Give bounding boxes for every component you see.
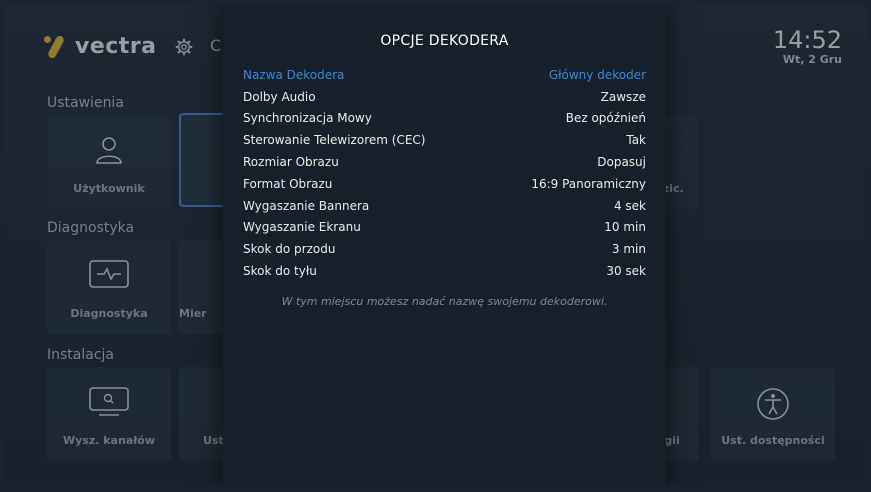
option-value: 16:9 Panoramiczny xyxy=(531,176,646,191)
clock: 14:52 Wt, 2 Gru xyxy=(773,27,842,66)
modal-title: OPCJE DEKODERA xyxy=(380,33,509,49)
tile-uzytkownik[interactable]: Użytkownik xyxy=(47,115,171,209)
tile-wyszukiwanie-kanalow[interactable]: Wysz. kanałów xyxy=(47,367,171,461)
clock-date: Wt, 2 Gru xyxy=(782,53,842,66)
option-row-wygaszanie-bannera[interactable]: Wygaszanie Bannera 4 sek xyxy=(243,195,646,217)
option-row-wygaszanie-ekranu[interactable]: Wygaszanie Ekranu 10 min xyxy=(243,217,646,239)
option-value: 3 min xyxy=(611,242,646,257)
option-row-skok-do-tylu[interactable]: Skok do tyłu 30 sek xyxy=(243,260,646,282)
tile-label: Diagnostyka xyxy=(70,307,148,320)
section-title-ustawienia: Ustawienia xyxy=(47,95,124,111)
heartbeat-monitor-icon xyxy=(89,260,129,288)
option-label: Skok do przodu xyxy=(243,242,336,257)
option-row-dolby-audio[interactable]: Dolby Audio Zawsze xyxy=(243,86,646,108)
option-row-nazwa-dekodera[interactable]: Nazwa Dekodera Główny dekoder xyxy=(243,64,646,86)
tv-screen: vectra C 14:52 Wt, 2 Gru Ustawienia Użyt xyxy=(5,5,866,487)
options-list: Nazwa Dekodera Główny dekoder Dolby Audi… xyxy=(243,64,646,282)
option-label: Format Obrazu xyxy=(243,176,333,191)
hint-text: W tym miejscu możesz nadać nazwę swojemu… xyxy=(281,295,608,308)
accessibility-icon xyxy=(757,388,789,420)
tile-diagnostyka[interactable]: Diagnostyka xyxy=(47,240,171,334)
vectra-logo-mark xyxy=(43,33,69,60)
option-label: Wygaszanie Bannera xyxy=(243,198,370,213)
option-label: Skok do tyłu xyxy=(243,264,317,279)
option-row-format-obrazu[interactable]: Format Obrazu 16:9 Panoramiczny xyxy=(243,173,646,195)
section-title-diagnostyka: Diagnostyka xyxy=(47,220,135,236)
option-label: Rozmiar Obrazu xyxy=(243,155,339,170)
option-row-rozmiar-obrazu[interactable]: Rozmiar Obrazu Dopasuj xyxy=(243,151,646,173)
option-value: Główny dekoder xyxy=(548,67,646,82)
option-value: Bez opóźnień xyxy=(565,111,646,126)
tile-label: Użytkownik xyxy=(73,182,145,195)
decoder-options-modal: OPCJE DEKODERA Nazwa Dekodera Główny dek… xyxy=(223,5,666,487)
option-value: 4 sek xyxy=(613,198,646,213)
option-row-synchronizacja-mowy[interactable]: Synchronizacja Mowy Bez opóźnień xyxy=(243,108,646,130)
tile-dostepnosc[interactable]: Ust. dostępności xyxy=(711,367,835,461)
option-label: Wygaszanie Ekranu xyxy=(243,220,361,235)
tv-search-icon xyxy=(89,387,129,416)
option-label: Nazwa Dekodera xyxy=(243,67,345,82)
option-value: 10 min xyxy=(604,220,646,235)
vectra-logo: vectra xyxy=(43,33,157,60)
tile-label: Ust. dostępności xyxy=(721,434,825,447)
option-row-skok-do-przodu[interactable]: Skok do przodu 3 min xyxy=(243,238,646,260)
gear-icon[interactable] xyxy=(175,38,193,56)
user-icon xyxy=(96,137,122,164)
section-title-instalacja: Instalacja xyxy=(47,347,114,363)
brand-name: vectra xyxy=(75,33,157,59)
clock-time: 14:52 xyxy=(772,26,842,54)
option-value: 30 sek xyxy=(606,264,646,279)
option-label: Synchronizacja Mowy xyxy=(243,111,372,126)
option-label: Dolby Audio xyxy=(243,89,316,104)
option-value: Zawsze xyxy=(600,89,646,104)
option-value: Tak xyxy=(626,133,646,148)
search-partial[interactable]: C xyxy=(210,36,221,55)
option-row-sterowanie-cec[interactable]: Sterowanie Telewizorem (CEC) Tak xyxy=(243,129,646,151)
tile-label: Wysz. kanałów xyxy=(62,434,156,447)
option-label: Sterowanie Telewizorem (CEC) xyxy=(243,133,426,148)
option-value: Dopasuj xyxy=(597,155,646,170)
